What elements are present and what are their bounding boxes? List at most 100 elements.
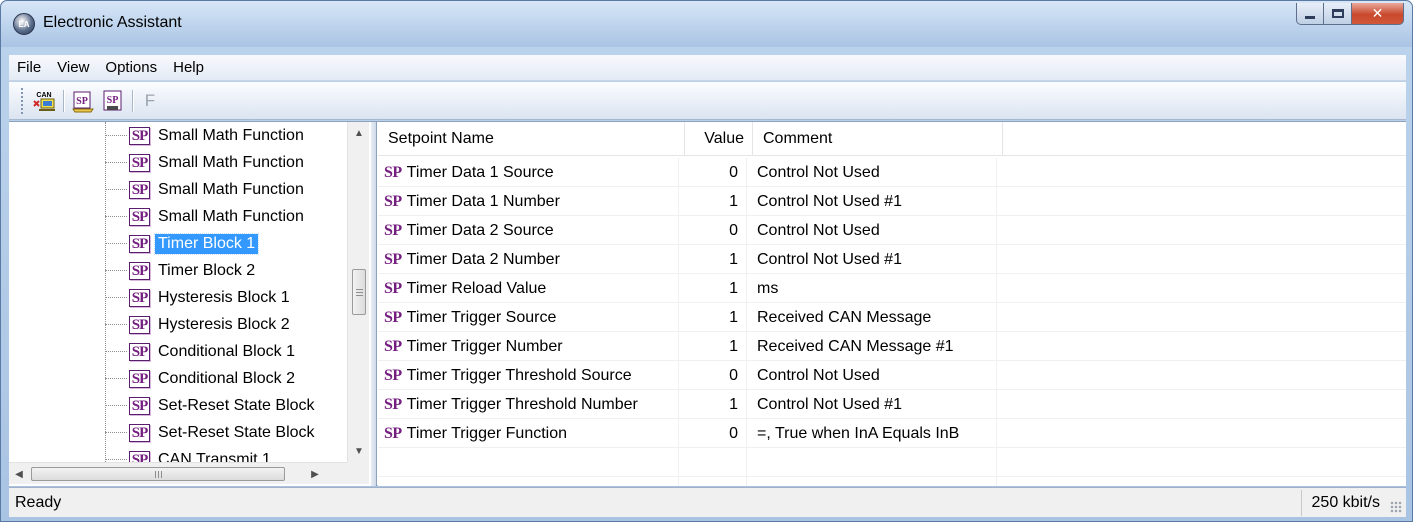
tree-item-label[interactable]: Timer Block 1	[153, 232, 260, 255]
tree-item-label[interactable]: Hysteresis Block 1	[155, 288, 293, 308]
maximize-icon	[1331, 9, 1344, 18]
scroll-up-arrow-icon[interactable]: ▲	[348, 122, 370, 144]
table-row[interactable]: SP Timer Trigger Threshold Number 1 Control…	[378, 390, 1406, 419]
scroll-right-arrow-icon[interactable]: ▶	[305, 463, 325, 485]
tree-horizontal-scrollbar[interactable]: ◀ ▶	[9, 462, 347, 484]
tree-item[interactable]: SP Small Math Function	[105, 203, 307, 230]
table-row[interactable]: SP Timer Data 1 Source 0 Control Not Used	[378, 158, 1406, 187]
svg-text:SP: SP	[107, 95, 119, 106]
cell-comment: =, True when InA Equals InB	[747, 419, 997, 448]
setpoint-icon: SP	[384, 425, 402, 442]
table-row[interactable]: SP Timer Trigger Function 0 =, True when In…	[378, 419, 1406, 448]
vertical-scroll-thumb[interactable]	[352, 269, 366, 315]
tree-item[interactable]: SP Hysteresis Block 1	[105, 284, 293, 311]
tree-item[interactable]: SP Small Math Function	[105, 149, 307, 176]
setpoint-icon: SP	[129, 153, 150, 172]
cell-value	[679, 448, 747, 477]
toolbar-separator	[132, 89, 133, 112]
status-text: Ready	[15, 493, 62, 511]
menu-options[interactable]: Options	[97, 56, 165, 80]
toolbar-grip[interactable]	[21, 87, 25, 114]
tree-item[interactable]: SP Small Math Function	[105, 122, 307, 149]
tree-item-label[interactable]: Small Math Function	[155, 180, 307, 200]
tree-item-label[interactable]: Conditional Block 1	[155, 342, 298, 362]
setpoint-icon: SP	[129, 396, 150, 415]
tree-connector	[105, 405, 127, 406]
app-logo-icon[interactable]: EA	[13, 13, 35, 35]
menu-view[interactable]: View	[49, 56, 97, 80]
tree-connector	[105, 297, 127, 298]
tree-connector	[105, 351, 127, 352]
tree-item[interactable]: SP Set-Reset State Block	[105, 419, 318, 446]
cell-setpoint-name: SP Timer Trigger Threshold Source	[378, 361, 679, 390]
table-row[interactable]: SP Timer Trigger Threshold Source 0 Control…	[378, 361, 1406, 390]
caption-buttons: ✕	[1296, 3, 1404, 25]
flash-button[interactable]: F	[139, 91, 161, 111]
tree-item[interactable]: SP Timer Block 2	[105, 257, 258, 284]
cell-setpoint-name: SP Timer Trigger Threshold Number	[378, 390, 679, 419]
table-row[interactable]: SP Timer Data 2 Number 1 Control Not Used #…	[378, 245, 1406, 274]
tree-item[interactable]: SP Timer Block 1	[105, 230, 260, 257]
close-button[interactable]: ✕	[1352, 3, 1404, 25]
cell-setpoint-name: SP Timer Data 1 Source	[378, 158, 679, 187]
menu-help[interactable]: Help	[165, 56, 212, 80]
cell-comment: Control Not Used #1	[747, 245, 997, 274]
minimize-button[interactable]	[1296, 3, 1324, 25]
column-header-setpoint-name[interactable]: Setpoint Name	[378, 122, 685, 156]
tree-item-label[interactable]: Timer Block 2	[155, 261, 258, 281]
table-row[interactable]: SP Timer Data 2 Source 0 Control Not Used	[378, 216, 1406, 245]
setpoint-icon: SP	[384, 251, 402, 268]
pane-splitter[interactable]	[371, 122, 376, 486]
scroll-down-arrow-icon[interactable]: ▼	[348, 440, 370, 462]
tree-item-label[interactable]: Set-Reset State Block	[155, 423, 318, 443]
table-row[interactable]: SP Timer Trigger Source 1 Received CAN Mess…	[378, 303, 1406, 332]
cell-filler	[997, 477, 1406, 486]
tree-item-label[interactable]: Small Math Function	[155, 153, 307, 173]
scroll-left-arrow-icon[interactable]: ◀	[9, 463, 29, 485]
setpoint-icon: SP	[384, 193, 402, 210]
table-row[interactable]: SP Timer Reload Value 1 ms	[378, 274, 1406, 303]
tree-item[interactable]: SP Small Math Function	[105, 176, 307, 203]
maximize-button[interactable]	[1324, 3, 1352, 25]
cell-value: 1	[679, 274, 747, 303]
setpoint-list[interactable]: Setpoint Name Value Comment SP Timer Data…	[378, 122, 1406, 486]
tree-item-label[interactable]: Set-Reset State Block	[155, 396, 318, 416]
setpoint-save-button[interactable]: SP	[100, 88, 126, 114]
tree-item[interactable]: SP Conditional Block 1	[105, 338, 298, 365]
cell-setpoint-name: SP Timer Data 2 Number	[378, 245, 679, 274]
tree-item-label[interactable]: Small Math Function	[155, 207, 307, 227]
can-connect-icon: CAN	[33, 92, 55, 111]
tree-item-label[interactable]: Hysteresis Block 2	[155, 315, 293, 335]
setpoint-name-text: Timer Data 2 Source	[406, 222, 554, 239]
cell-value	[679, 477, 747, 486]
setpoint-tree[interactable]: SP Small Math Function SP Small Math Functi…	[9, 122, 377, 486]
tree-item-label[interactable]: Conditional Block 2	[155, 369, 298, 389]
table-row[interactable]: SP Timer Data 1 Number 1 Control Not Used #…	[378, 187, 1406, 216]
menu-file[interactable]: File	[9, 56, 49, 80]
tree-connector	[105, 270, 127, 271]
cell-setpoint-name: SP Timer Trigger Source	[378, 303, 679, 332]
tree-vertical-scrollbar[interactable]: ▲ ▼	[347, 122, 369, 462]
setpoint-save-icon: SP	[103, 90, 122, 110]
horizontal-scroll-thumb[interactable]	[31, 467, 285, 481]
setpoint-icon: SP	[129, 261, 150, 280]
application-window: EA Electronic Assistant ✕ File View Opti…	[0, 0, 1413, 522]
cell-setpoint-name	[378, 477, 679, 486]
title-bar[interactable]: EA Electronic Assistant ✕	[1, 1, 1412, 47]
tree-item-label[interactable]: Small Math Function	[155, 126, 307, 146]
tree-item[interactable]: SP Set-Reset State Block	[105, 392, 318, 419]
column-header-value[interactable]: Value	[685, 122, 753, 156]
table-row[interactable]: SP Timer Trigger Number 1 Received CAN Mess…	[378, 332, 1406, 361]
can-connect-button[interactable]: CAN	[31, 88, 57, 114]
empty-row	[378, 448, 1406, 477]
setpoint-name-text: Timer Data 2 Number	[406, 251, 560, 268]
close-icon: ✕	[1371, 5, 1384, 21]
tree-connector	[105, 459, 127, 460]
cell-setpoint-name: SP Timer Data 2 Source	[378, 216, 679, 245]
setpoint-open-button[interactable]: SP	[70, 88, 96, 114]
tree-item[interactable]: SP Conditional Block 2	[105, 365, 298, 392]
cell-comment: ms	[747, 274, 997, 303]
resize-grip-icon[interactable]	[1390, 501, 1402, 513]
tree-item[interactable]: SP Hysteresis Block 2	[105, 311, 293, 338]
column-header-comment[interactable]: Comment	[753, 122, 1003, 156]
